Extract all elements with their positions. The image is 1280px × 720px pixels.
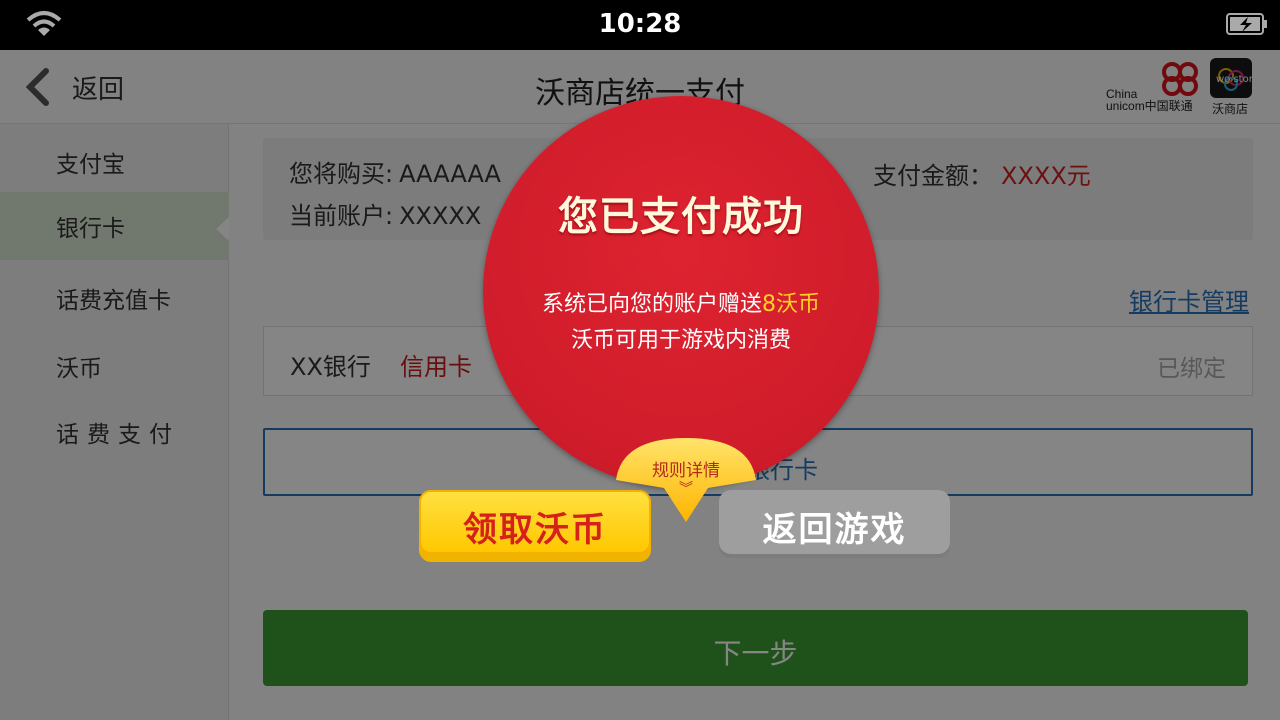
success-title: 您已支付成功	[558, 194, 804, 240]
claim-wo-coin-label: 领取沃币	[463, 510, 607, 550]
return-to-game-label: 返回游戏	[762, 510, 907, 550]
claim-wo-coin-button[interactable]: 领取沃币	[419, 490, 651, 562]
return-to-game-button[interactable]: 返回游戏	[719, 490, 950, 558]
gift-amount: 8沃币	[762, 292, 820, 317]
payment-success-popup: 您已支付成功 系统已向您的账户赠送8沃币 沃币可用于游戏内消费 规则详情 ︾ 领…	[0, 0, 1280, 720]
usage-message: 沃币可用于游戏内消费	[570, 328, 791, 353]
gift-message: 系统已向您的账户赠送8沃币	[541, 292, 820, 317]
rules-detail-label: 规则详情	[652, 461, 720, 481]
